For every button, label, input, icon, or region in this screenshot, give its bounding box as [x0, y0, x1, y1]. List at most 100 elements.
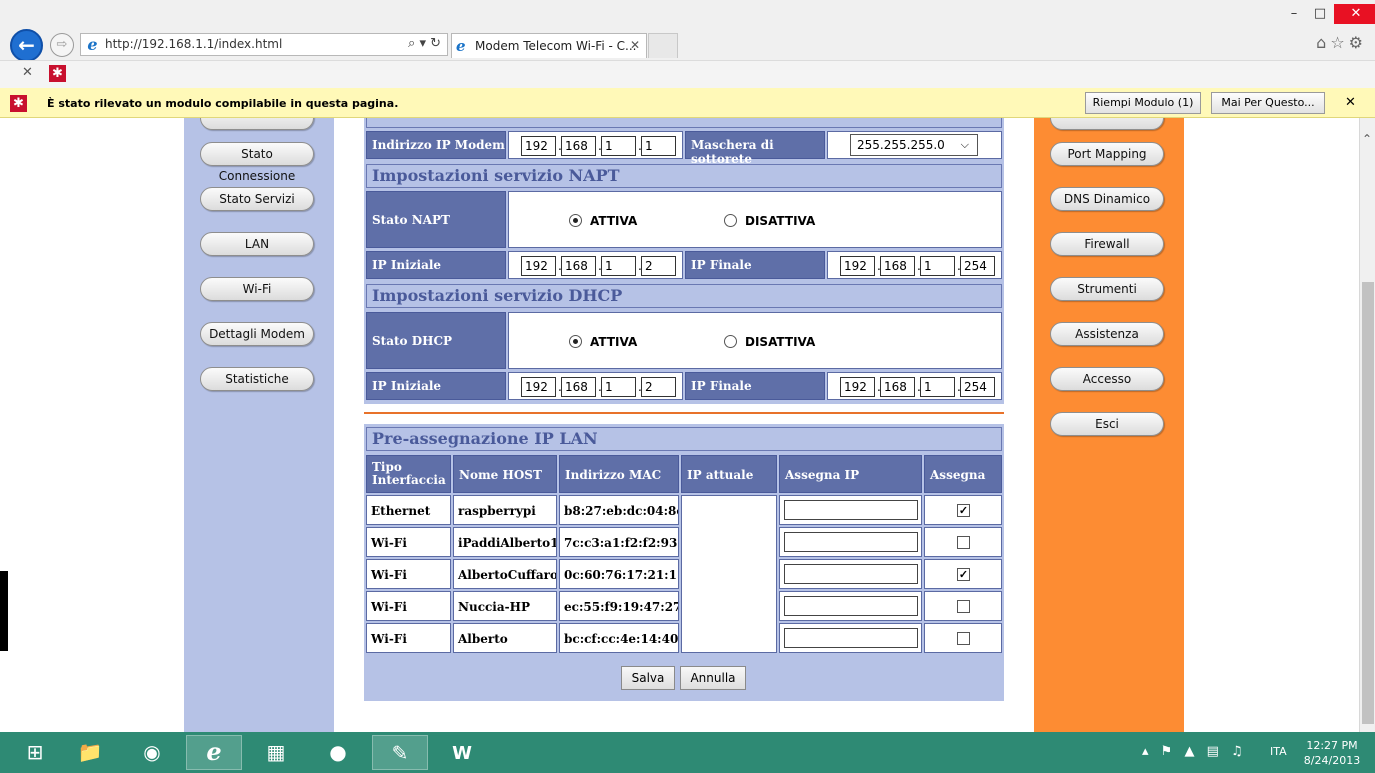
napt-end-octet-3[interactable]: 1 — [920, 256, 955, 276]
table-row-assign-cell — [779, 559, 922, 589]
assign-checkbox[interactable] — [957, 600, 970, 613]
assign-ip-input[interactable] — [784, 628, 918, 648]
cancel-button[interactable]: Annulla — [680, 666, 746, 690]
ip-modem-octet-1[interactable]: 192 — [521, 136, 556, 156]
assign-checkbox[interactable]: ✓ — [957, 504, 970, 517]
start-button[interactable]: ⊞ — [12, 735, 58, 770]
save-button[interactable]: Salva — [621, 666, 675, 690]
assign-checkbox[interactable]: ✓ — [957, 568, 970, 581]
napt-on-radio[interactable] — [569, 214, 582, 227]
firefox-icon: ● — [329, 740, 347, 764]
nav-port-mapping[interactable]: Port Mapping — [1050, 142, 1164, 166]
subnet-mask-select[interactable]: 255.255.255.0 ⌵ — [850, 134, 978, 156]
assign-checkbox[interactable] — [957, 632, 970, 645]
nav-stato-servizi[interactable]: Stato Servizi — [200, 187, 314, 211]
nav-dettagli-modem[interactable]: Dettagli Modem — [200, 322, 314, 346]
notification-close-icon[interactable]: ✕ — [1345, 95, 1356, 110]
nav-assistenza[interactable]: Assistenza — [1050, 322, 1164, 346]
assign-ip-input[interactable] — [784, 564, 918, 584]
dhcp-start-octet-2[interactable]: 168 — [561, 377, 596, 397]
napt-end-octet-1[interactable]: 192 — [840, 256, 875, 276]
scroll-thumb[interactable] — [1362, 282, 1374, 724]
close-window-button[interactable]: ✕ — [1334, 4, 1375, 24]
system-clock[interactable]: 12:27 PM 8/24/2013 — [1300, 738, 1364, 768]
napt-end-octet-2[interactable]: 168 — [880, 256, 915, 276]
nav-lan[interactable]: LAN — [200, 232, 314, 256]
scroll-up-icon[interactable]: ⌃ — [1362, 132, 1372, 146]
assign-ip-input[interactable] — [784, 500, 918, 520]
favbar-close-icon[interactable]: ✕ — [22, 65, 33, 80]
address-tools-icons[interactable]: ⌕ ▾ ↻ — [408, 36, 441, 51]
nav-button-cutoff[interactable] — [1050, 118, 1164, 130]
input-language[interactable]: ITA — [1270, 745, 1287, 758]
new-tab-button[interactable] — [648, 33, 678, 58]
chevron-down-icon: ⌵ — [960, 138, 969, 151]
dhcp-end-octet-1[interactable]: 192 — [840, 377, 875, 397]
dhcp-end-octet-3[interactable]: 1 — [920, 377, 955, 397]
table-row-assign-check-cell — [924, 623, 1002, 653]
system-tray-icons[interactable]: ▴ ⚑ ▲ ▤ ♫ — [1142, 744, 1247, 759]
table-row-mac: ec:55:f9:19:47:27 — [559, 591, 679, 621]
back-button[interactable]: ← — [10, 29, 43, 62]
assign-ip-input[interactable] — [784, 596, 918, 616]
dhcp-start-octet-1[interactable]: 192 — [521, 377, 556, 397]
napt-off-radio[interactable] — [724, 214, 737, 227]
browser-tab[interactable]: e Modem Telecom Wi-Fi - C... ✕ — [451, 33, 647, 58]
address-bar[interactable]: e http://192.168.1.1/index.html ⌕ ▾ ↻ — [80, 33, 448, 56]
tab-title: Modem Telecom Wi-Fi - C... — [475, 39, 637, 53]
paint-icon: ✎ — [391, 741, 409, 765]
address-url[interactable]: http://192.168.1.1/index.html — [105, 37, 282, 51]
nav-wifi[interactable]: Wi-Fi — [200, 277, 314, 301]
app-button[interactable]: ◉ — [124, 735, 180, 770]
dhcp-end-octet-2[interactable]: 168 — [880, 377, 915, 397]
tab-close-icon[interactable]: ✕ — [630, 38, 640, 52]
assign-checkbox[interactable] — [957, 536, 970, 549]
ip-modem-octet-3[interactable]: 1 — [601, 136, 636, 156]
paint-button[interactable]: ✎ — [372, 735, 428, 770]
napt-end-octet-4[interactable]: 254 — [960, 256, 995, 276]
table-row-host: Nuccia-HP — [453, 591, 557, 621]
napt-start-octet-2[interactable]: 168 — [561, 256, 596, 276]
forward-button[interactable]: ⇨ — [50, 33, 74, 57]
fill-form-button[interactable]: Riempi Modulo (1) — [1085, 92, 1201, 114]
nav-strumenti[interactable]: Strumenti — [1050, 277, 1164, 301]
dhcp-off-radio[interactable] — [724, 335, 737, 348]
never-for-this-button[interactable]: Mai Per Questo... — [1211, 92, 1325, 114]
dhcp-on-radio[interactable] — [569, 335, 582, 348]
toolbar-icons[interactable]: ⌂☆⚙ — [1316, 33, 1367, 52]
dhcp-start-octet-4[interactable]: 2 — [641, 377, 676, 397]
nav-accesso[interactable]: Accesso — [1050, 367, 1164, 391]
table-row-assign-cell — [779, 591, 922, 621]
nav-esci[interactable]: Esci — [1050, 412, 1164, 436]
firefox-button[interactable]: ● — [310, 735, 366, 770]
word-button[interactable]: W — [434, 735, 490, 770]
nav-button-cutoff[interactable] — [200, 118, 314, 130]
nav-firewall[interactable]: Firewall — [1050, 232, 1164, 256]
page-scrollbar[interactable]: ⌃ — [1359, 118, 1375, 732]
nav-dns-dinamico[interactable]: DNS Dinamico — [1050, 187, 1164, 211]
form-filler-icon[interactable]: ✱ — [49, 65, 66, 82]
ie-icon: e — [206, 737, 222, 766]
main-content: Indirizzo IP Modem 192 . 168 . 1 . 1 Mas… — [364, 118, 1004, 701]
ip-modem-octet-4[interactable]: 1 — [641, 136, 676, 156]
maximize-button[interactable]: □ — [1306, 4, 1334, 24]
ie-icon: e — [87, 35, 98, 54]
nav-stato-connessione[interactable]: Stato Connessione — [200, 142, 314, 183]
internet-explorer-button[interactable]: e — [186, 735, 242, 770]
napt-start-octet-3[interactable]: 1 — [601, 256, 636, 276]
minimize-button[interactable]: – — [1280, 4, 1308, 24]
table-row-type: Wi-Fi — [366, 559, 451, 589]
control-panel-button[interactable]: ▦ — [248, 735, 304, 770]
ip-modem-octet-2[interactable]: 168 — [561, 136, 596, 156]
section-gap — [364, 404, 1004, 424]
table-row-assign-check-cell — [924, 591, 1002, 621]
dhcp-end-octet-4[interactable]: 254 — [960, 377, 995, 397]
assign-ip-input[interactable] — [784, 532, 918, 552]
nav-statistiche[interactable]: Statistiche — [200, 367, 314, 391]
dhcp-start-octet-3[interactable]: 1 — [601, 377, 636, 397]
file-explorer-button[interactable]: 📁 — [62, 735, 118, 770]
control-panel-icon: ▦ — [266, 740, 286, 764]
napt-start-octet-4[interactable]: 2 — [641, 256, 676, 276]
napt-ip-start-cell: 192 . 168 . 1 . 2 — [508, 251, 683, 279]
napt-start-octet-1[interactable]: 192 — [521, 256, 556, 276]
